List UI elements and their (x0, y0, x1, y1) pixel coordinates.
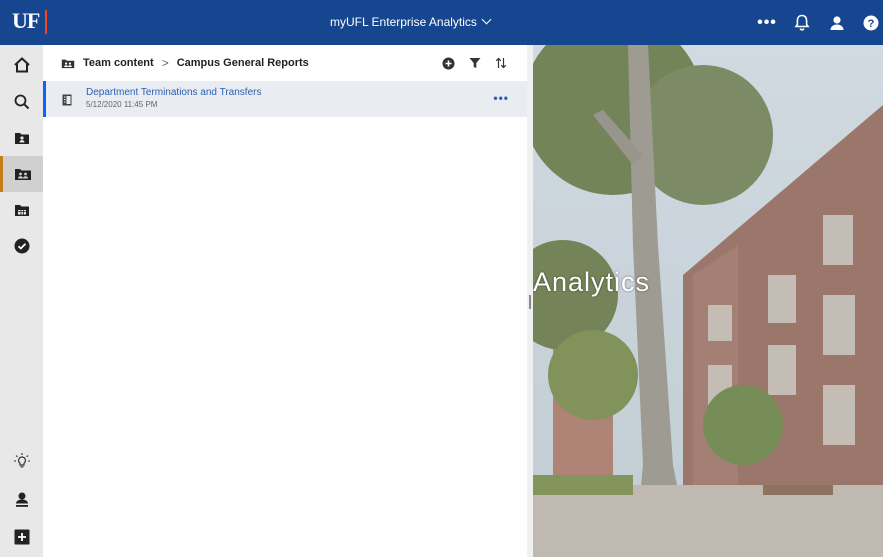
help-icon[interactable]: ? (859, 0, 883, 45)
resize-handle[interactable] (529, 295, 531, 309)
nav-new[interactable] (0, 519, 43, 555)
team-folder-icon (15, 169, 31, 180)
check-circle-icon (14, 238, 29, 254)
hero-image: Analytics (533, 45, 883, 557)
list-item[interactable]: Department Terminations and Transfers 5/… (43, 81, 527, 117)
team-folder-icon (61, 58, 75, 69)
more-icon[interactable]: ••• (493, 91, 509, 105)
left-nav (0, 45, 43, 557)
bell-icon[interactable] (790, 0, 814, 45)
search-icon (14, 94, 29, 110)
sort-icon[interactable] (495, 57, 507, 69)
content-panel: Team content > Campus General Reports De… (43, 45, 527, 557)
user-avatar-icon (15, 492, 28, 507)
nav-my-content[interactable] (0, 120, 43, 156)
lightbulb-icon (13, 453, 30, 468)
breadcrumb-separator: > (161, 56, 169, 70)
more-icon[interactable]: ••• (755, 0, 779, 45)
list-item-title[interactable]: Department Terminations and Transfers (86, 87, 261, 98)
nav-search[interactable] (0, 84, 43, 120)
add-circle-icon[interactable] (442, 57, 455, 70)
nav-team-content[interactable] (0, 156, 43, 192)
plus-icon (14, 529, 29, 545)
list-item-date: 5/12/2020 11:45 PM (86, 100, 158, 109)
nav-home[interactable] (0, 47, 43, 83)
nav-subscriptions[interactable] (0, 228, 43, 264)
chevron-down-icon (481, 14, 492, 25)
app-title: myUFL Enterprise Analytics (330, 15, 477, 29)
svg-text:?: ? (868, 18, 875, 30)
calendar-folder-icon (14, 205, 29, 216)
list-actions (442, 45, 507, 81)
logo-accent-bar (45, 10, 47, 34)
top-bar: UF myUFL Enterprise Analytics ••• ? (0, 0, 883, 45)
app-switcher[interactable]: myUFL Enterprise Analytics (330, 0, 492, 45)
uf-logo[interactable]: UF (12, 8, 40, 34)
home-icon (13, 57, 30, 73)
breadcrumb-root[interactable]: Team content (83, 57, 154, 69)
folder-user-icon (14, 133, 29, 144)
filter-icon[interactable] (469, 57, 481, 69)
campus-photo (533, 45, 883, 557)
report-icon (62, 93, 72, 111)
user-icon[interactable] (825, 0, 849, 45)
hero-title: Analytics (533, 267, 651, 297)
breadcrumb-current: Campus General Reports (176, 57, 309, 69)
nav-personal-menu[interactable] (0, 481, 43, 517)
nav-recent[interactable] (0, 192, 43, 228)
nav-learn[interactable] (0, 443, 43, 479)
